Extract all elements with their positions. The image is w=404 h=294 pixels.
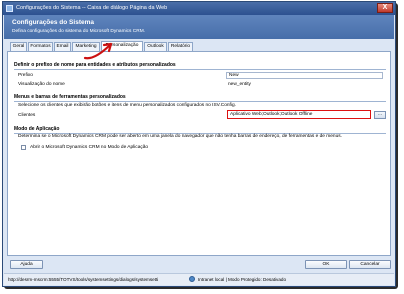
app-mode-description: Determina se o Microsoft Dynamics CRM po… xyxy=(18,134,342,139)
tab-bar: Geral Formatos Email Marketing Personali… xyxy=(4,39,394,51)
tab-email[interactable]: Email xyxy=(54,42,71,51)
clients-lookup-button[interactable]: ... xyxy=(374,111,386,119)
name-preview-label: Visualização do nome xyxy=(18,82,65,87)
help-button[interactable]: Ajuda xyxy=(10,260,43,269)
app-mode-section-title: Modo de Aplicação xyxy=(14,126,60,132)
dialog-header: Configurações do Sistema Defina configur… xyxy=(4,15,394,39)
dialog-footer: Ajuda OK Cancelar xyxy=(4,256,394,271)
prefix-section-title: Definir o prefixo de nome para entidades… xyxy=(14,62,176,68)
dialog-window: Configurações do Sistema -- Caixa de diá… xyxy=(2,1,396,287)
window-title: Configurações do Sistema -- Caixa de diá… xyxy=(16,5,168,11)
section-divider xyxy=(14,101,386,102)
tab-formatos[interactable]: Formatos xyxy=(28,42,53,51)
section-divider xyxy=(14,69,386,70)
clients-label: Clientes xyxy=(18,113,36,118)
app-icon xyxy=(6,5,13,12)
prefix-input[interactable]: New xyxy=(226,72,383,79)
close-button[interactable]: X xyxy=(377,3,393,13)
tab-outlook[interactable]: Outlook xyxy=(144,42,167,51)
status-url: http://desrm-mscrm:5555/TOTVS/tools/syst… xyxy=(8,277,159,282)
ok-button[interactable]: OK xyxy=(305,260,347,269)
prefix-label: Prefixo xyxy=(18,73,33,78)
status-bar: http://desrm-mscrm:5555/TOTVS/tools/syst… xyxy=(4,273,394,285)
clients-input[interactable]: Aplicativo Web;Outlook;Outlook Offline xyxy=(227,110,371,119)
app-mode-checkbox-label: Abrir o Microsoft Dynamics CRM no Modo d… xyxy=(30,145,149,150)
name-preview-value: new_entity xyxy=(228,82,251,87)
tab-content: Definir o prefixo de nome para entidades… xyxy=(7,51,391,256)
tab-relatorio[interactable]: Relatório xyxy=(168,42,193,51)
menus-section-title: Menus e barras de ferramentas personaliz… xyxy=(14,94,126,100)
menus-description: Selecione os clientes que exibirão botõe… xyxy=(18,103,236,108)
security-zone-text: Intranet local | Modo Protegido: Desativ… xyxy=(198,277,287,282)
dialog-title: Configurações do Sistema xyxy=(12,19,94,26)
intranet-globe-icon xyxy=(189,276,195,282)
app-mode-checkbox[interactable] xyxy=(21,145,26,150)
red-arrow-annotation-icon xyxy=(83,42,113,60)
cancel-button[interactable]: Cancelar xyxy=(349,260,391,269)
tab-geral[interactable]: Geral xyxy=(10,42,27,51)
dialog-subtitle: Defina configurações do sistema do Micro… xyxy=(12,29,146,34)
title-bar: Configurações do Sistema -- Caixa de diá… xyxy=(3,2,395,15)
